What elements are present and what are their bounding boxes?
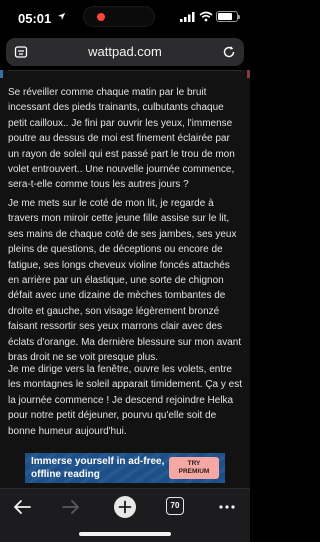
story-paragraph: Je me dirige vers la fenêtre, ouvre les …	[8, 364, 243, 437]
dynamic-island	[83, 6, 155, 27]
premium-ad-banner[interactable]: Immerse yourself in ad-free, offline rea…	[25, 453, 225, 483]
story-content: Se réveiller comme chaque matin par le b…	[0, 70, 250, 448]
edge-marker	[247, 70, 250, 78]
new-tab-plus-icon[interactable]	[113, 495, 137, 519]
forward-arrow-icon[interactable]	[61, 498, 81, 516]
wifi-icon	[199, 11, 213, 22]
browser-toolbar: 70	[0, 488, 250, 542]
url-text[interactable]: wattpad.com	[6, 44, 244, 59]
tabs-button[interactable]: 70	[166, 497, 184, 515]
address-bar[interactable]: wattpad.com	[6, 38, 244, 66]
battery-icon	[216, 11, 240, 22]
battery-level	[218, 13, 232, 20]
divider	[8, 70, 242, 71]
try-premium-label: TRY	[187, 460, 201, 467]
home-indicator[interactable]	[79, 532, 171, 536]
story-paragraph: Je me mets sur le coté de mon lit, je re…	[8, 198, 242, 364]
status-bar: 05:01	[0, 0, 250, 34]
cellular-signal-icon	[180, 12, 195, 22]
reload-icon[interactable]	[222, 45, 236, 59]
ad-area: Immerse yourself in ad-free, offline rea…	[0, 448, 250, 488]
back-arrow-icon[interactable]	[12, 498, 32, 516]
ad-subline: offline reading	[31, 469, 100, 480]
browser-address-area: wattpad.com	[0, 34, 250, 70]
clock: 05:01	[18, 11, 52, 26]
recording-indicator-icon	[97, 13, 105, 21]
more-options-icon[interactable]	[217, 498, 237, 516]
ad-headline: Immerse yourself in ad-free,	[31, 456, 165, 467]
edge-marker	[0, 70, 3, 78]
story-paragraph: Se réveiller comme chaque matin par le b…	[8, 87, 235, 191]
location-arrow-icon	[57, 12, 66, 21]
try-premium-button[interactable]: TRY PREMIUM	[169, 457, 219, 479]
try-premium-label: PREMIUM	[178, 468, 210, 475]
